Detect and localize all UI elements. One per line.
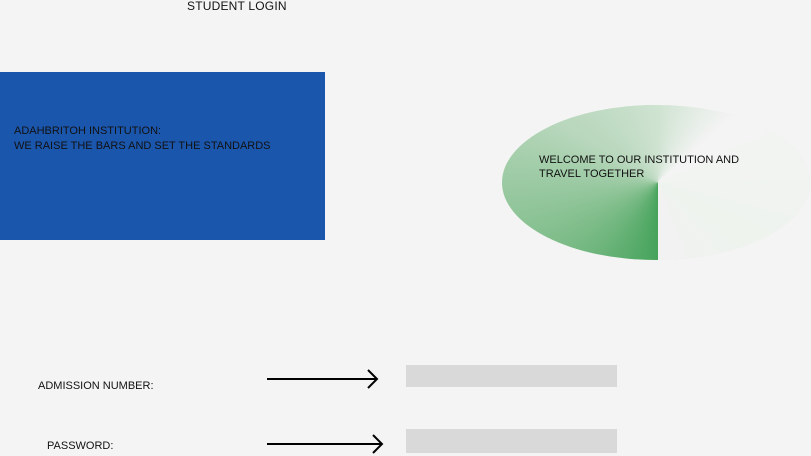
login-page: STUDENT LOGIN ADAHBRITOH INSTITUTION: WE… bbox=[0, 0, 811, 456]
password-label: PASSWORD: bbox=[47, 440, 114, 452]
password-input[interactable] bbox=[406, 429, 617, 453]
admission-number-label: ADMISSION NUMBER: bbox=[38, 380, 154, 392]
welcome-ellipse: WELCOME TO OUR INSTITUTION AND TRAVEL TO… bbox=[502, 105, 810, 260]
welcome-gradient bbox=[502, 105, 810, 260]
right-arrow-icon bbox=[267, 434, 384, 454]
welcome-message: WELCOME TO OUR INSTITUTION AND TRAVEL TO… bbox=[539, 154, 740, 180]
banner-motto: WE RAISE THE BARS AND SET THE STANDARDS bbox=[14, 140, 271, 152]
right-arrow-icon bbox=[267, 369, 379, 389]
banner-institution-name: ADAHBRITOH INSTITUTION: bbox=[14, 125, 162, 137]
institution-banner: ADAHBRITOH INSTITUTION: WE RAISE THE BAR… bbox=[0, 72, 325, 240]
admission-number-input[interactable] bbox=[406, 365, 617, 387]
page-title: STUDENT LOGIN bbox=[187, 0, 287, 13]
